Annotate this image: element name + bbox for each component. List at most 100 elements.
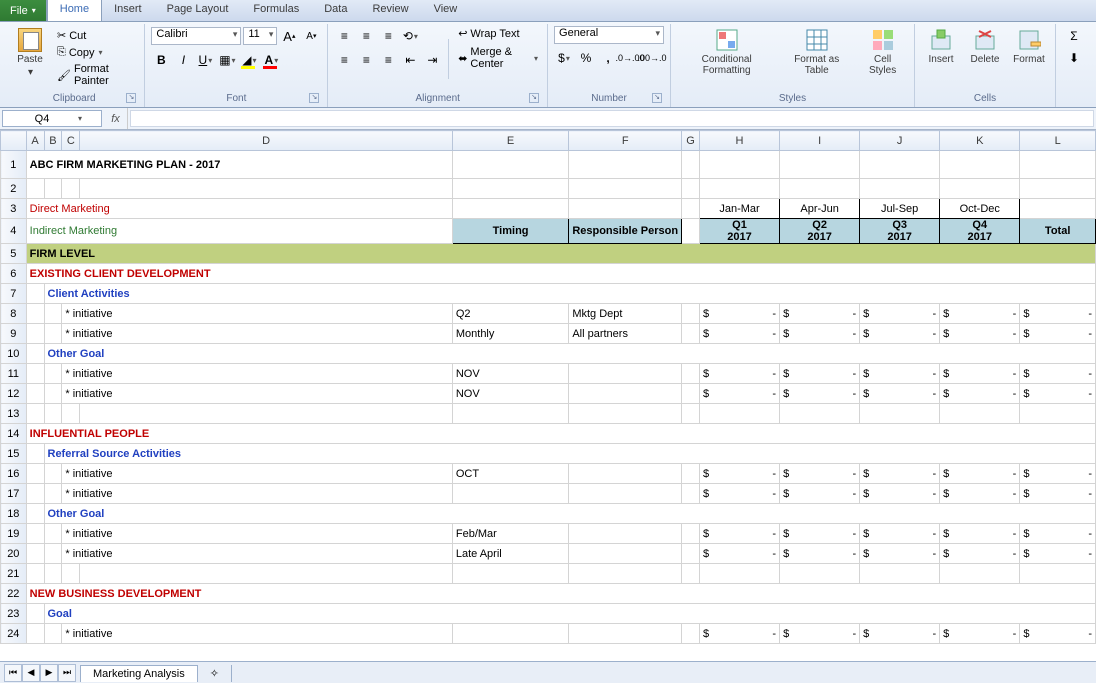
cell[interactable]	[682, 524, 700, 544]
cell[interactable]	[682, 404, 700, 424]
file-tab[interactable]: File▾	[0, 0, 47, 21]
money-cell[interactable]: $-	[780, 544, 860, 564]
cell[interactable]	[780, 151, 860, 179]
cell[interactable]	[80, 564, 453, 584]
cell[interactable]	[26, 364, 44, 384]
cell[interactable]	[682, 384, 700, 404]
col-header-B[interactable]: B	[44, 131, 62, 151]
ribbon-tab-data[interactable]: Data	[312, 0, 360, 21]
cell[interactable]	[860, 179, 940, 199]
sheet-nav-prev[interactable]: ◀	[22, 664, 40, 682]
cell[interactable]	[452, 199, 568, 219]
row-header[interactable]: 5	[1, 244, 27, 264]
align-right-button[interactable]: ≡	[378, 50, 398, 70]
resp-header[interactable]: Responsible Person	[569, 219, 682, 244]
wrap-text-button[interactable]: ↩Wrap Text	[455, 26, 541, 41]
cell[interactable]	[1020, 564, 1096, 584]
money-cell[interactable]: $-	[780, 364, 860, 384]
cell[interactable]	[452, 564, 568, 584]
resp-cell[interactable]: All partners	[569, 324, 682, 344]
sub-header[interactable]: Goal	[44, 604, 1096, 624]
currency-button[interactable]: $▾	[554, 48, 574, 68]
resp-cell[interactable]	[569, 364, 682, 384]
money-cell[interactable]: $-	[780, 384, 860, 404]
cell[interactable]	[682, 484, 700, 504]
money-cell[interactable]: $-	[780, 324, 860, 344]
sheet-nav-first[interactable]: ⏮	[4, 664, 22, 682]
cell[interactable]	[1020, 179, 1096, 199]
firm-level[interactable]: FIRM LEVEL	[26, 244, 1095, 264]
cell[interactable]	[452, 404, 568, 424]
cell[interactable]	[569, 151, 682, 179]
money-cell[interactable]: $-	[780, 304, 860, 324]
total-cell[interactable]: $-	[1020, 364, 1096, 384]
cell-styles-button[interactable]: Cell Styles	[857, 26, 908, 78]
timing-cell[interactable]: Late April	[452, 544, 568, 564]
new-sheet-button[interactable]: ✧	[198, 665, 232, 682]
cell[interactable]	[1020, 151, 1096, 179]
row-header[interactable]: 15	[1, 444, 27, 464]
cell[interactable]	[44, 404, 62, 424]
row-header[interactable]: 24	[1, 624, 27, 644]
cell[interactable]	[44, 484, 62, 504]
money-cell[interactable]: $-	[860, 524, 940, 544]
orientation-button[interactable]: ⟲▾	[400, 26, 420, 46]
row-header[interactable]: 22	[1, 584, 27, 604]
total-cell[interactable]: $-	[1020, 464, 1096, 484]
money-cell[interactable]: $-	[940, 304, 1020, 324]
cell[interactable]	[682, 364, 700, 384]
total-cell[interactable]: $-	[1020, 324, 1096, 344]
col-header-G[interactable]: G	[682, 131, 700, 151]
cell[interactable]	[569, 179, 682, 199]
sub-header[interactable]: Client Activities	[44, 284, 1096, 304]
col-header-K[interactable]: K	[940, 131, 1020, 151]
row-header[interactable]: 2	[1, 179, 27, 199]
cell[interactable]	[26, 464, 44, 484]
cell[interactable]	[780, 564, 860, 584]
col-header-F[interactable]: F	[569, 131, 682, 151]
sheet-nav-next[interactable]: ▶	[40, 664, 58, 682]
cell[interactable]	[62, 179, 80, 199]
copy-button[interactable]: ⎘Copy▾	[54, 45, 138, 60]
cell[interactable]	[44, 564, 62, 584]
align-left-button[interactable]: ≡	[334, 50, 354, 70]
cell[interactable]	[26, 504, 44, 524]
cell[interactable]	[26, 524, 44, 544]
resp-cell[interactable]	[569, 484, 682, 504]
italic-button[interactable]: I	[173, 50, 193, 70]
cell[interactable]	[682, 564, 700, 584]
ribbon-tab-review[interactable]: Review	[360, 0, 421, 21]
money-cell[interactable]: $-	[699, 384, 779, 404]
money-cell[interactable]: $-	[780, 624, 860, 644]
cell[interactable]	[80, 404, 453, 424]
cell[interactable]	[569, 404, 682, 424]
cell[interactable]	[780, 404, 860, 424]
initiative[interactable]: * initiative	[62, 364, 453, 384]
cell[interactable]	[860, 564, 940, 584]
timing-header[interactable]: Timing	[452, 219, 568, 244]
row-header[interactable]: 7	[1, 284, 27, 304]
row-header[interactable]: 23	[1, 604, 27, 624]
row-header[interactable]: 12	[1, 384, 27, 404]
resp-cell[interactable]	[569, 464, 682, 484]
cell[interactable]	[44, 464, 62, 484]
indirect-marketing-label[interactable]: Indirect Marketing	[26, 219, 452, 244]
timing-cell[interactable]: Feb/Mar	[452, 524, 568, 544]
section-header[interactable]: INFLUENTIAL PEOPLE	[26, 424, 1095, 444]
cell[interactable]	[26, 324, 44, 344]
money-cell[interactable]: $-	[860, 544, 940, 564]
initiative[interactable]: * initiative	[62, 324, 453, 344]
period-header[interactable]: Jul-Sep	[860, 199, 940, 219]
cell[interactable]	[80, 179, 453, 199]
grow-font-button[interactable]: A▴	[279, 26, 299, 46]
format-table-button[interactable]: Format as Table	[780, 26, 853, 78]
font-size-select[interactable]: 11	[243, 27, 277, 45]
cell[interactable]	[26, 384, 44, 404]
row-header[interactable]: 1	[1, 151, 27, 179]
col-header-D[interactable]: D	[80, 131, 453, 151]
fill-color-button[interactable]: ◢▾	[239, 50, 259, 70]
cell[interactable]	[569, 199, 682, 219]
money-cell[interactable]: $-	[940, 364, 1020, 384]
q-header[interactable]: Q12017	[699, 219, 779, 244]
col-header-C[interactable]: C	[62, 131, 80, 151]
